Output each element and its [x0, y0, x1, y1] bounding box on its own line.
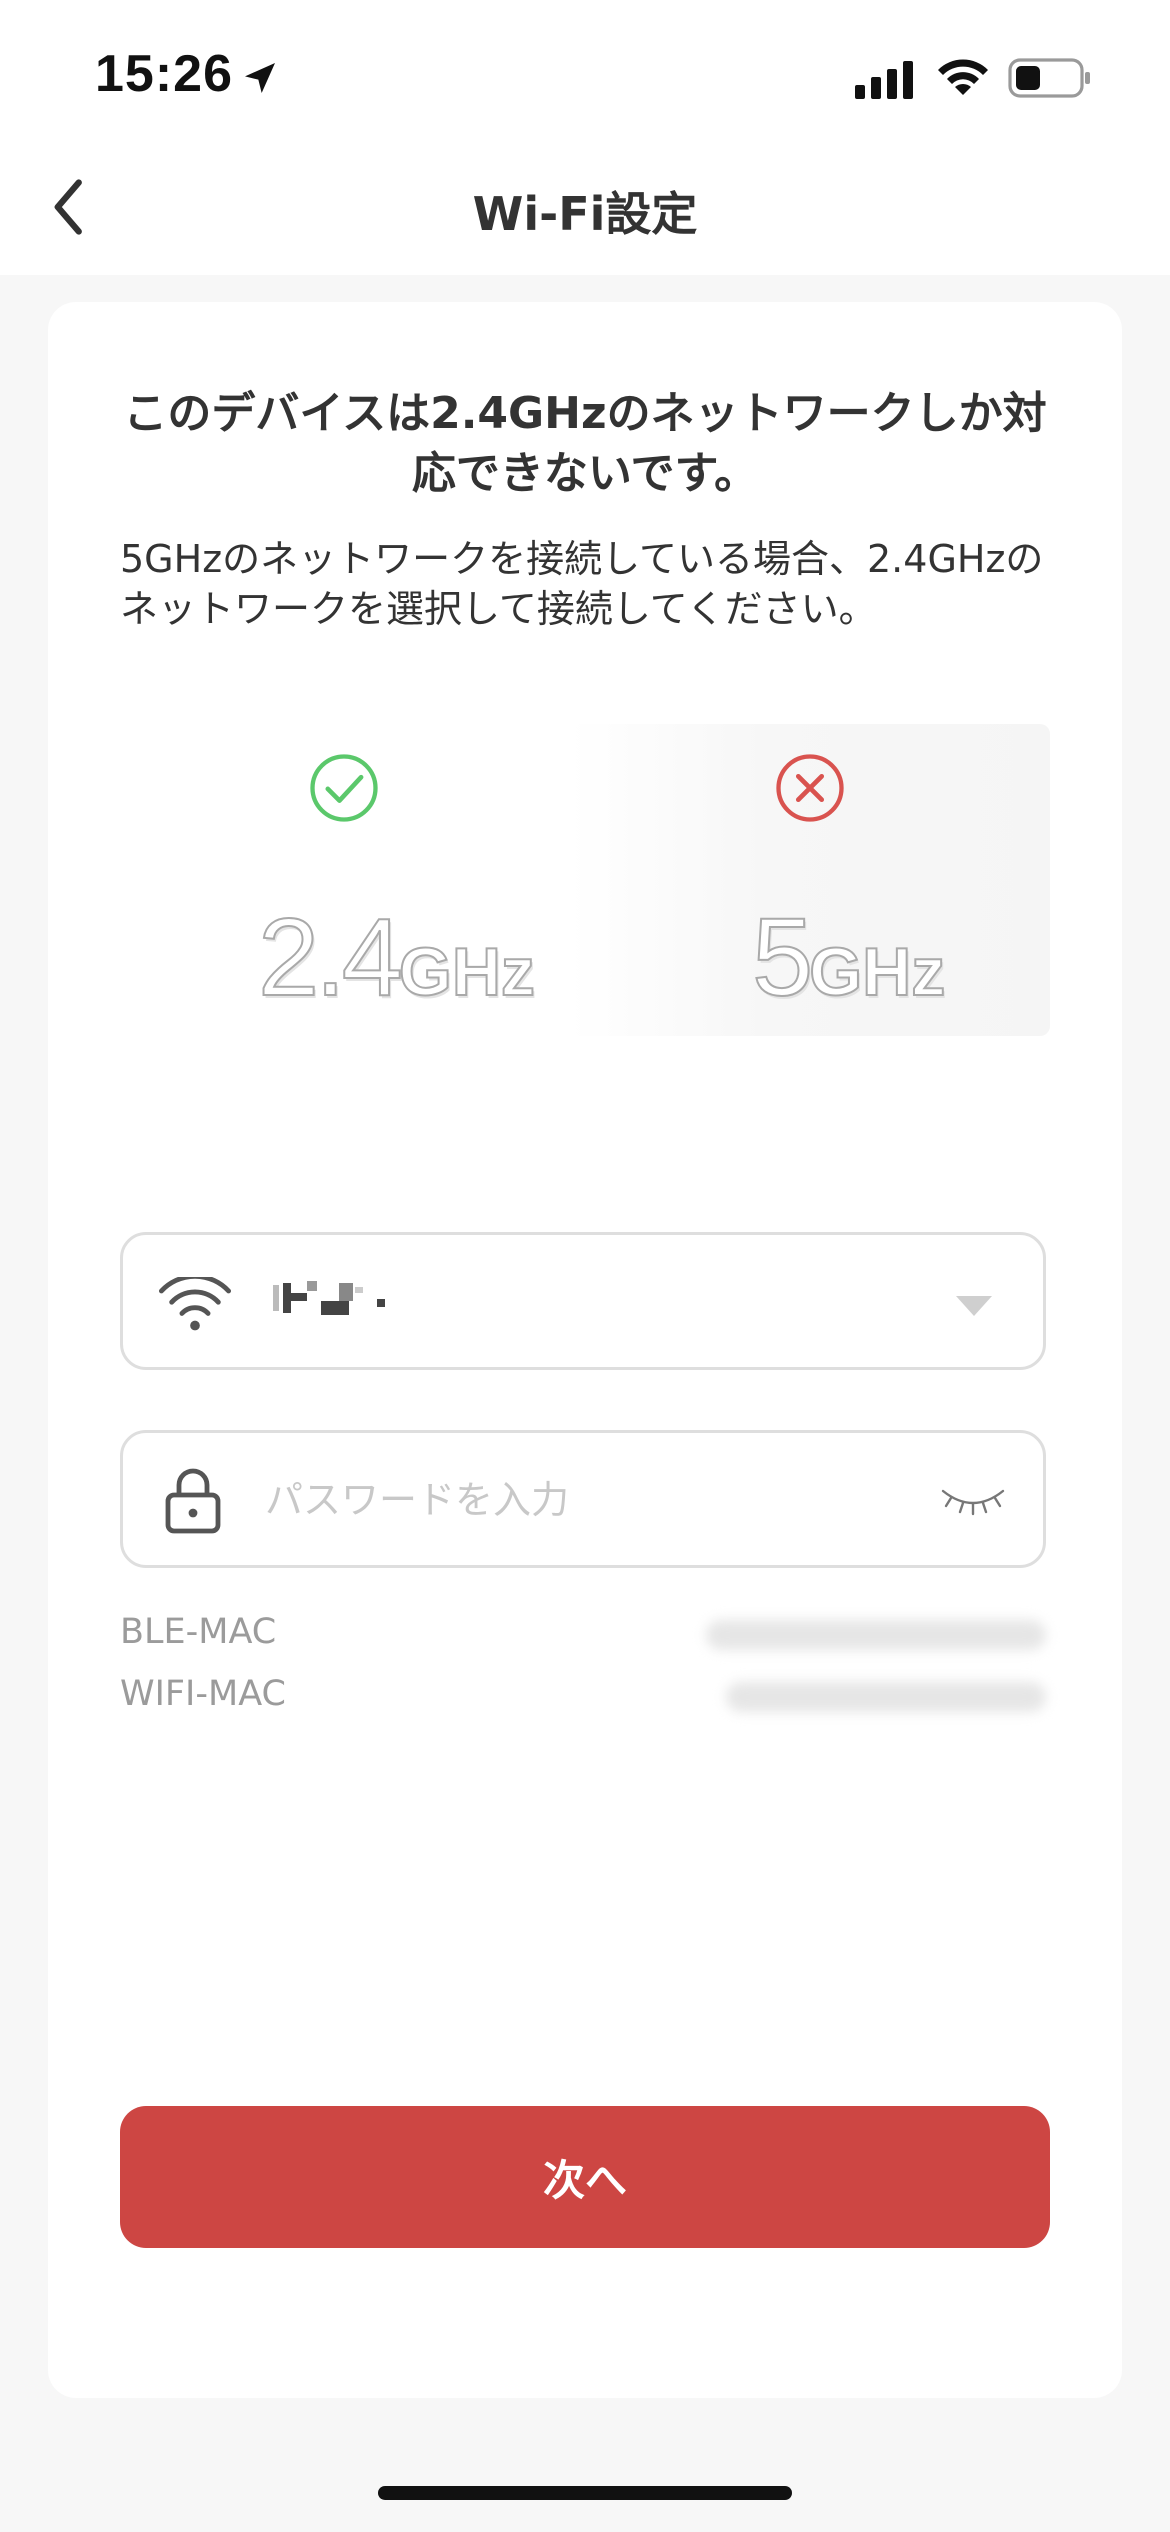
ble-mac-value-redacted [706, 1620, 1046, 1650]
page-title: Wi-Fi設定 [472, 187, 698, 241]
band-5ghz-label: 5GHz [751, 894, 946, 1021]
nav-bar: Wi-Fi設定 [0, 150, 1170, 275]
band-2-4ghz-unit: GHz [398, 933, 536, 1011]
cellular-signal-icon [855, 61, 913, 99]
battery-icon [1008, 58, 1090, 98]
password-field [120, 1430, 1046, 1568]
compatibility-heading: このデバイスは2.4GHzのネットワークしか対応できないです。 [123, 388, 1047, 499]
band-5ghz-unit: GHz [808, 933, 946, 1011]
wifi-icon [938, 59, 988, 95]
home-indicator [378, 2486, 792, 2500]
band-5ghz-number: 5 [751, 895, 814, 1020]
eye-closed-icon[interactable] [939, 1485, 1007, 1519]
ble-mac-row: BLE-MAC [120, 1612, 1046, 1662]
ble-mac-label: BLE-MAC [120, 1612, 277, 1652]
wifi-mac-value-redacted [726, 1682, 1046, 1712]
check-circle-icon [310, 754, 378, 822]
band-2-4ghz-label: 2.4GHz [257, 894, 536, 1021]
status-time: 15:26 [95, 45, 233, 103]
password-input[interactable] [263, 1463, 907, 1537]
wifi-network-selector[interactable] [120, 1232, 1046, 1370]
location-arrow-icon [245, 63, 275, 93]
wifi-icon [158, 1277, 232, 1331]
triangle-down-icon [956, 1296, 992, 1316]
compatibility-description: 5GHzのネットワークを接続している場合、2.4GHzのネットワークを選択して接… [120, 537, 1044, 631]
status-bar: 15:26 [0, 0, 1170, 150]
frequency-comparison: 2.4GHz 5GHz [120, 724, 1050, 1036]
cross-circle-icon [776, 754, 844, 822]
settings-card: このデバイスは2.4GHzのネットワークしか対応できないです。 5GHzのネット… [48, 302, 1122, 2398]
ssid-value-redacted [273, 1275, 413, 1325]
wifi-mac-label: WIFI-MAC [120, 1674, 286, 1714]
band-2-4ghz-number: 2.4 [257, 895, 404, 1020]
lock-icon [165, 1468, 221, 1534]
wifi-mac-row: WIFI-MAC [120, 1674, 1046, 1724]
next-button[interactable]: 次へ [120, 2106, 1050, 2248]
